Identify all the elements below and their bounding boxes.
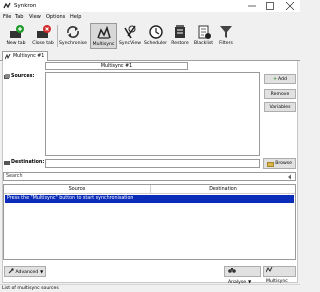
add-source-button[interactable]: +Add (264, 74, 296, 84)
scheduler-button[interactable]: Scheduler (143, 23, 168, 49)
new-tab-button[interactable]: New tab (3, 23, 29, 49)
remove-source-button[interactable]: Remove (264, 89, 296, 99)
table-row[interactable]: Press the "Multisync" button to start sy… (5, 195, 294, 203)
sources-list[interactable] (45, 72, 260, 156)
synchronise-icon (67, 26, 79, 38)
variables-button[interactable]: Variables (264, 102, 296, 112)
syncview-button[interactable]: SyncView (118, 23, 142, 49)
sources-label: Sources: (11, 74, 35, 79)
menu-view[interactable]: View (29, 14, 41, 20)
results-table[interactable]: Source Destination Press the "Multisync"… (3, 184, 296, 260)
table-header: Source Destination (4, 185, 295, 194)
sources-icon (4, 74, 10, 79)
close-tab-button[interactable]: Close tab (30, 23, 56, 49)
menu-options[interactable]: Options (46, 14, 65, 20)
close-icon (286, 2, 294, 10)
menu-file[interactable]: File (3, 14, 11, 20)
menu-bar: File Tab View Options Help (0, 13, 300, 22)
restore-button[interactable]: Restore (169, 23, 191, 49)
multisync-tab-icon (5, 54, 11, 60)
window-title: Synkron (14, 3, 37, 9)
advanced-button[interactable]: Advanced ▼ (4, 266, 46, 277)
multisync-small-icon (265, 266, 273, 273)
maximize-button[interactable] (260, 0, 280, 12)
blacklist-button[interactable]: Blacklist (192, 23, 215, 49)
blacklist-icon (198, 25, 211, 39)
filters-button[interactable]: Filters (216, 23, 236, 49)
funnel-icon (220, 26, 232, 38)
binoculars-icon (228, 268, 236, 273)
multisync-run-button[interactable]: Multisync (263, 266, 296, 284)
column-source[interactable]: Source (4, 185, 150, 194)
plus-icon: + (273, 77, 277, 82)
synchronise-button[interactable]: Synchronise (58, 23, 88, 49)
tab-multisync-1[interactable]: Multisync #1 (2, 51, 48, 61)
tab-strip: Multisync #1 (0, 50, 300, 61)
menu-help[interactable]: Help (70, 14, 81, 20)
clear-search-icon[interactable] (287, 174, 293, 180)
status-bar: List of multisync sources (0, 284, 300, 292)
multisync-name-field[interactable]: Multisync #1 (45, 62, 188, 70)
browse-button[interactable]: Browse (263, 158, 296, 169)
dropdown-caret-icon: ▼ (40, 269, 44, 274)
search-input[interactable]: Search (3, 172, 296, 181)
close-window-button[interactable] (280, 0, 300, 12)
destination-field[interactable] (45, 159, 260, 168)
title-bar: Synkron (0, 0, 300, 12)
minimize-icon (248, 5, 256, 7)
destination-label: Destination: (11, 160, 45, 165)
folder-icon (267, 162, 274, 167)
column-destination[interactable]: Destination (151, 185, 295, 194)
app-icon (3, 2, 11, 9)
restore-icon (175, 25, 185, 38)
destination-icon (4, 161, 10, 165)
multisync-icon (96, 25, 111, 39)
multisync-button[interactable]: Multisync (90, 23, 117, 49)
maximize-icon (266, 2, 274, 10)
clock-icon (148, 25, 163, 39)
new-tab-icon (10, 25, 24, 38)
minimize-button[interactable] (242, 0, 262, 12)
wrench-icon (8, 268, 14, 274)
syncview-icon (124, 25, 136, 39)
close-tab-icon (37, 25, 51, 38)
menu-tab[interactable]: Tab (15, 14, 23, 20)
toolbar: New tab Close tab Synchronise Multisync … (0, 23, 300, 49)
analyse-button[interactable]: Analyse ▼ (224, 266, 261, 285)
